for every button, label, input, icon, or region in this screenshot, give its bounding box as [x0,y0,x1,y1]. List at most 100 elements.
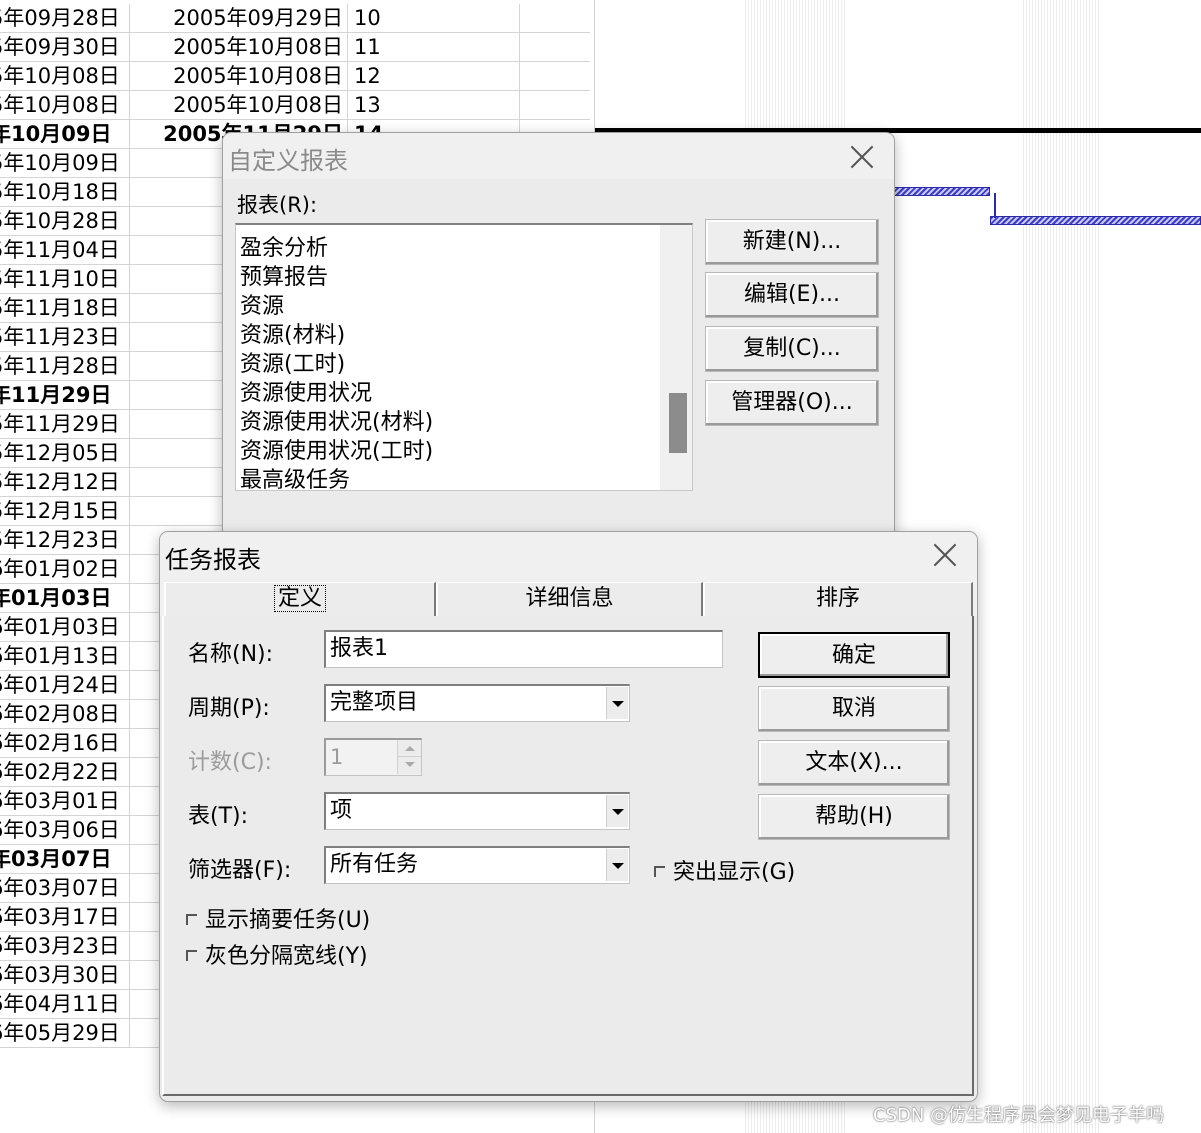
table-row[interactable]: 5年09月30日 2005年10月08日 11 [0,33,590,62]
id-cell[interactable]: 11 [349,33,520,62]
edit-report-button[interactable]: 编辑(E)... [705,272,879,318]
list-scrollbar[interactable] [660,225,692,490]
filter-select[interactable]: 所有任务 [324,846,630,884]
start-cell[interactable]: 年01月03日 [0,584,130,613]
start-cell[interactable]: 5年11月29日 [0,410,130,439]
id-cell[interactable]: 10 [349,4,520,33]
table-select[interactable]: 项 [324,792,630,830]
name-label: 名称(N): [188,642,274,667]
start-cell[interactable]: 5年12月23日 [0,526,130,555]
start-cell[interactable]: 6年03月30日 [0,961,130,990]
start-cell[interactable]: 6年04月11日 [0,990,130,1019]
start-cell[interactable]: 5年09月28日 [0,4,130,33]
tab-sort[interactable]: 排序 [703,582,973,616]
text-format-button[interactable]: 文本(X)... [758,740,950,786]
cancel-button[interactable]: 取消 [758,686,950,732]
start-cell[interactable]: 5年10月08日 [0,62,130,91]
list-item[interactable]: 资源使用状况(材料) [240,404,433,436]
table-row[interactable]: 5年10月08日 2005年10月08日 12 [0,62,590,91]
close-icon[interactable] [930,540,960,570]
gray-bands-checkbox[interactable]: 灰色分隔宽线(Y) [186,938,368,970]
checkbox-box[interactable] [654,866,665,877]
chevron-down-icon[interactable] [606,687,628,719]
finish-cell[interactable]: 2005年10月08日 [131,62,348,91]
organizer-button[interactable]: 管理器(O)... [705,380,879,426]
tab-details[interactable]: 详细信息 [436,582,703,616]
start-cell[interactable]: 6年03月07日 [0,874,130,903]
start-cell[interactable]: 5年12月15日 [0,497,130,526]
start-cell[interactable]: 6年01月03日 [0,613,130,642]
start-cell[interactable]: 5年10月08日 [0,91,130,120]
start-cell[interactable]: 6年03月01日 [0,787,130,816]
list-item[interactable]: 最高级任务 [240,462,350,490]
start-cell[interactable]: 5年11月18日 [0,294,130,323]
list-item[interactable]: 盈余分析 [240,230,328,262]
start-cell[interactable]: 6年05月29日 [0,1019,130,1048]
table-row[interactable]: 5年10月08日 2005年10月08日 13 [0,91,590,120]
start-cell[interactable]: 5年11月04日 [0,236,130,265]
extra-cell[interactable] [521,62,590,91]
start-cell[interactable]: 5年11月28日 [0,352,130,381]
start-cell[interactable]: 5年12月05日 [0,439,130,468]
start-cell[interactable]: 6年02月22日 [0,758,130,787]
id-cell[interactable]: 13 [349,91,520,120]
start-cell[interactable]: 5年12月12日 [0,468,130,497]
new-report-button[interactable]: 新建(N)... [705,219,879,265]
start-cell[interactable]: 6年02月08日 [0,700,130,729]
custom-report-dialog: 自定义报表 报表(R): 盈余分析 预算报告 资源 资源(材料) 资源(工时) … [222,132,895,552]
extra-cell[interactable] [521,4,590,33]
start-cell[interactable]: 5年11月23日 [0,323,130,352]
start-cell[interactable]: 年10月09日 [0,120,130,149]
count-label: 计数(C): [188,750,272,775]
list-item[interactable]: 资源使用状况(工时) [240,433,433,465]
start-cell[interactable]: 年11月29日 [0,381,130,410]
start-cell[interactable]: 5年10月28日 [0,207,130,236]
start-cell[interactable]: 5年09月30日 [0,33,130,62]
extra-cell[interactable] [521,33,590,62]
report-list[interactable]: 盈余分析 预算报告 资源 资源(材料) 资源(工时) 资源使用状况 资源使用状况… [235,223,693,491]
start-cell[interactable]: 6年02月16日 [0,729,130,758]
start-cell[interactable]: 6年03月06日 [0,816,130,845]
start-cell[interactable]: 6年01月02日 [0,555,130,584]
scrollbar-thumb[interactable] [669,393,687,453]
spin-down-icon [397,757,421,774]
list-item[interactable]: 资源(工时) [240,346,345,378]
start-cell[interactable]: 5年10月18日 [0,178,130,207]
extra-cell[interactable] [521,91,590,120]
start-cell[interactable]: 5年10月09日 [0,149,130,178]
start-cell[interactable]: 年03月07日 [0,845,130,874]
name-input[interactable]: 报表1 [324,630,723,668]
dialog-titlebar[interactable]: 任务报表 [160,532,977,578]
table-row[interactable]: 5年09月28日 2005年09月29日 10 [0,4,590,33]
id-cell[interactable]: 12 [349,62,520,91]
list-item[interactable]: 资源 [240,288,284,320]
dialog-titlebar[interactable]: 自定义报表 [223,133,894,179]
dialog-title: 任务报表 [165,546,261,574]
start-cell[interactable]: 6年03月23日 [0,932,130,961]
finish-cell[interactable]: 2005年10月08日 [131,91,348,120]
task-report-dialog: 任务报表 定义 详细信息 排序 名称(N): 报表1 周期(P): 完整项目 计… [159,531,978,1102]
finish-cell[interactable]: 2005年09月29日 [131,4,348,33]
filter-label: 筛选器(F): [188,858,292,883]
finish-cell[interactable]: 2005年10月08日 [131,33,348,62]
highlight-checkbox[interactable]: 突出显示(G) [654,854,795,886]
start-cell[interactable]: 6年01月24日 [0,671,130,700]
filter-value: 所有任务 [330,852,419,877]
checkbox-box[interactable] [186,914,197,925]
list-item[interactable]: 资源(材料) [240,317,345,349]
start-cell[interactable]: 6年01月13日 [0,642,130,671]
checkbox-box[interactable] [186,950,197,961]
copy-report-button[interactable]: 复制(C)... [705,326,879,372]
start-cell[interactable]: 5年11月10日 [0,265,130,294]
chevron-down-icon[interactable] [606,849,628,881]
list-item[interactable]: 预算报告 [240,259,328,291]
close-icon[interactable] [847,142,877,172]
chevron-down-icon[interactable] [606,795,628,827]
help-button[interactable]: 帮助(H) [758,794,950,840]
period-select[interactable]: 完整项目 [324,684,630,722]
ok-button[interactable]: 确定 [758,632,950,678]
tab-definition[interactable]: 定义 [164,582,436,616]
list-item[interactable]: 资源使用状况 [240,375,372,407]
show-summary-checkbox[interactable]: 显示摘要任务(U) [186,902,370,934]
start-cell[interactable]: 6年03月17日 [0,903,130,932]
